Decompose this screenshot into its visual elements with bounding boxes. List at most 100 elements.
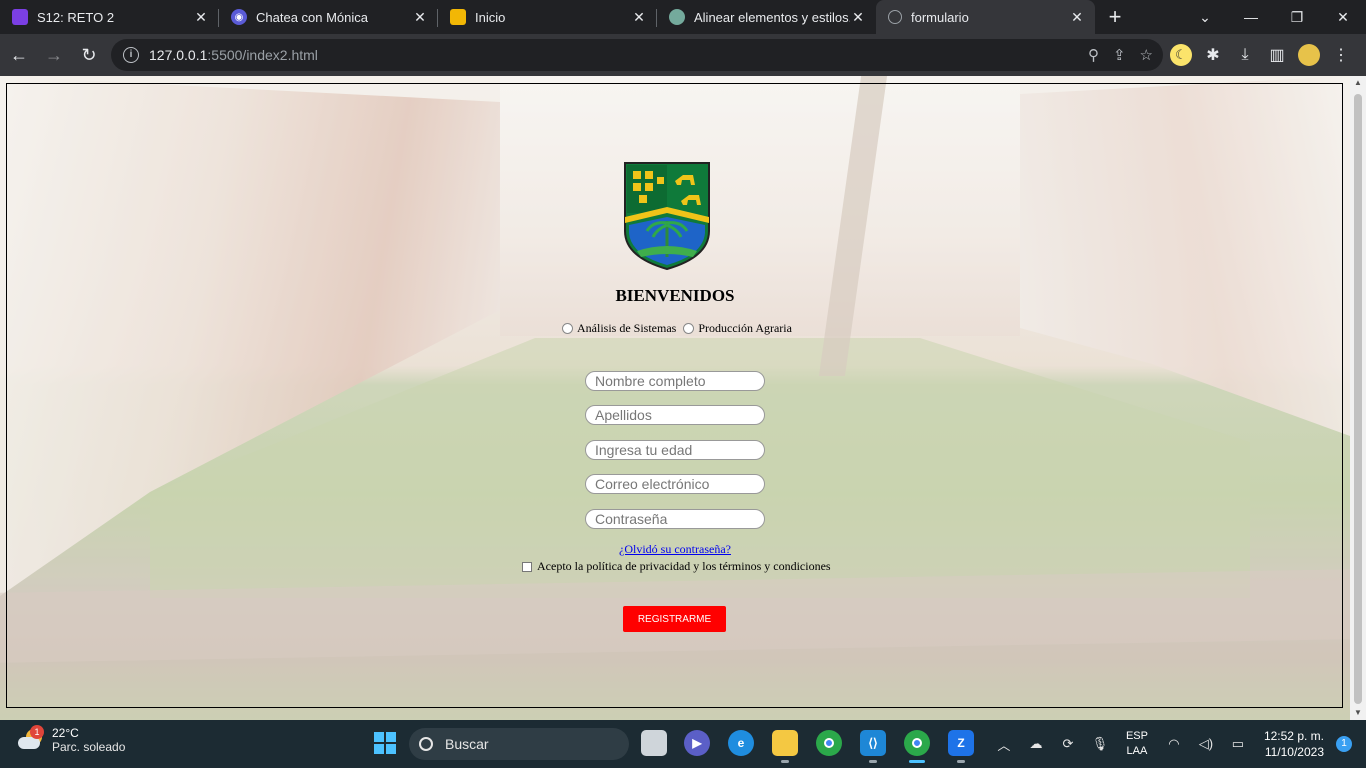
radio-analisis-sistemas[interactable] bbox=[562, 323, 573, 334]
microphone-icon[interactable]: 🎙 bbox=[1087, 736, 1113, 752]
battery-icon[interactable]: ▭ bbox=[1225, 736, 1251, 752]
close-icon[interactable]: ✕ bbox=[850, 9, 866, 25]
tab-title: Inicio bbox=[475, 9, 506, 25]
tab-inicio[interactable]: Inicio ✕ bbox=[438, 0, 657, 34]
terms-checkbox[interactable] bbox=[522, 561, 532, 572]
onedrive-icon[interactable]: ☁ bbox=[1023, 736, 1049, 752]
clock-time: 12:52 p. m. bbox=[1263, 729, 1324, 743]
keyboard-layout: LAA bbox=[1126, 745, 1148, 757]
tab-title: formulario bbox=[911, 9, 969, 25]
scroll-down-arrow-icon[interactable]: ▼ bbox=[1350, 706, 1366, 720]
chevron-up-icon[interactable]: ︿ bbox=[991, 735, 1017, 754]
purple-square-icon bbox=[12, 9, 28, 25]
clock[interactable]: 12:52 p. m. 11/10/2023 bbox=[1264, 728, 1324, 760]
chrome-profile-icon[interactable] bbox=[904, 730, 930, 763]
chrome-icon[interactable] bbox=[816, 730, 842, 756]
university-crest-logo bbox=[624, 162, 710, 271]
welcome-heading: BIENVENIDOS bbox=[615, 286, 735, 305]
language-code: ESP bbox=[1125, 730, 1148, 742]
url-host: 127.0.0.1 bbox=[149, 47, 208, 63]
address-bar[interactable]: i 127.0.0.1:5500/index2.html ⚲ ⇪ ☆ bbox=[111, 39, 1163, 71]
system-tray: ︿ ☁ ⟳ 🎙 ESP LAA ◠ ◁) ▭ 12:52 p. m. 11/10… bbox=[988, 720, 1366, 768]
sync-icon[interactable]: ⟳ bbox=[1055, 736, 1081, 752]
share-icon[interactable]: ⇪ bbox=[1113, 46, 1126, 64]
last-name-input[interactable]: Apellidos bbox=[585, 405, 765, 425]
tab-search-chevron-icon[interactable]: ⌄ bbox=[1182, 0, 1228, 34]
menu-kebab-icon[interactable]: ⋮ bbox=[1327, 41, 1355, 69]
moon-extension-icon[interactable]: ☾ bbox=[1167, 41, 1195, 69]
profile-avatar[interactable] bbox=[1295, 41, 1323, 69]
maximize-button[interactable]: ❐ bbox=[1274, 0, 1320, 34]
extensions-puzzle-icon[interactable]: ✱ bbox=[1199, 41, 1227, 69]
info-icon[interactable]: i bbox=[123, 47, 139, 63]
radio-produccion-agraria[interactable] bbox=[683, 323, 695, 334]
weather-widget[interactable]: 1 22°C Parc. soleado bbox=[18, 725, 126, 754]
search-icon bbox=[419, 737, 433, 751]
wifi-icon[interactable]: ◠ bbox=[1161, 736, 1187, 752]
clock-date: 11/10/2023 bbox=[1264, 745, 1324, 759]
page-viewport: BIENVENIDOS Análisis de Sistemas Producc… bbox=[0, 76, 1350, 720]
zoom-app-icon[interactable]: Z bbox=[948, 730, 974, 763]
new-tab-button[interactable]: + bbox=[1095, 0, 1135, 34]
close-icon[interactable]: ✕ bbox=[1069, 9, 1085, 25]
url-path: :5500/index2.html bbox=[207, 47, 318, 63]
radio-label-produccion: Producción Agraria bbox=[698, 321, 792, 335]
close-icon[interactable]: ✕ bbox=[631, 9, 647, 25]
registration-form: BIENVENIDOS Análisis de Sistemas Producc… bbox=[0, 76, 1350, 720]
tab-strip: S12: RETO 2 ✕ ◉ Chatea con Mónica ✕ Inic… bbox=[0, 0, 1366, 34]
chatgpt-icon bbox=[669, 9, 685, 25]
forgot-password-link[interactable]: ¿Olvidó su contraseña? bbox=[0, 542, 1350, 557]
partly-sunny-icon: 1 bbox=[18, 725, 44, 753]
weather-temp: 22°C bbox=[52, 726, 79, 740]
tab-alinear[interactable]: Alinear elementos y estilos. ✕ bbox=[657, 0, 876, 34]
weather-desc: Parc. soleado bbox=[52, 740, 126, 754]
edge-icon[interactable]: e bbox=[728, 730, 754, 756]
window-controls: ⌄ — ❐ ✕ bbox=[1182, 0, 1366, 34]
terms-row: Acepto la política de privacidad y los t… bbox=[522, 559, 831, 574]
radio-label-analisis: Análisis de Sistemas bbox=[577, 321, 677, 335]
volume-icon[interactable]: ◁) bbox=[1193, 736, 1219, 752]
tab-title: S12: RETO 2 bbox=[37, 9, 115, 25]
download-icon[interactable]: ⤓ bbox=[1231, 41, 1259, 69]
register-button[interactable]: REGISTRARME bbox=[623, 606, 726, 632]
browser-toolbar: ← → ↻ i 127.0.0.1:5500/index2.html ⚲ ⇪ ☆… bbox=[0, 34, 1366, 76]
close-window-button[interactable]: ✕ bbox=[1320, 0, 1366, 34]
scrollbar-thumb[interactable] bbox=[1354, 94, 1362, 704]
scroll-up-arrow-icon[interactable]: ▲ bbox=[1350, 76, 1366, 90]
career-radio-group: Análisis de Sistemas Producción Agraria bbox=[562, 321, 792, 336]
tab-formulario[interactable]: formulario ✕ bbox=[876, 0, 1095, 34]
tab-title: Alinear elementos y estilos. bbox=[694, 9, 850, 25]
side-panel-icon[interactable]: ▥ bbox=[1263, 41, 1291, 69]
forward-button[interactable]: → bbox=[38, 39, 70, 71]
taskbar-search[interactable]: Buscar bbox=[409, 728, 629, 760]
zoom-icon[interactable]: ⚲ bbox=[1088, 46, 1099, 64]
search-label: Buscar bbox=[445, 736, 489, 752]
notification-badge[interactable]: 1 bbox=[1336, 736, 1352, 752]
weather-badge: 1 bbox=[30, 725, 44, 739]
task-view-icon[interactable] bbox=[641, 730, 667, 756]
meet-camera-icon[interactable]: ▶ bbox=[684, 730, 710, 756]
close-icon[interactable]: ✕ bbox=[193, 9, 209, 25]
minimize-button[interactable]: — bbox=[1228, 0, 1274, 34]
windows-start-icon[interactable] bbox=[372, 730, 398, 756]
monica-bot-icon: ◉ bbox=[231, 9, 247, 25]
windows-taskbar: 1 22°C Parc. soleado Buscar ▶ e ⟨⟩ Z ︿ ☁… bbox=[0, 720, 1366, 768]
terms-label: Acepto la política de privacidad y los t… bbox=[537, 559, 831, 573]
email-input[interactable]: Correo electrónico bbox=[585, 474, 765, 494]
tab-monica[interactable]: ◉ Chatea con Mónica ✕ bbox=[219, 0, 438, 34]
bookmark-star-icon[interactable]: ☆ bbox=[1140, 46, 1153, 64]
page-scrollbar[interactable]: ▲ ▼ bbox=[1350, 76, 1366, 720]
age-input[interactable]: Ingresa tu edad bbox=[585, 440, 765, 460]
globe-icon bbox=[888, 10, 902, 24]
vscode-icon[interactable]: ⟨⟩ bbox=[860, 730, 886, 763]
reload-button[interactable]: ↻ bbox=[73, 39, 105, 71]
close-icon[interactable]: ✕ bbox=[412, 9, 428, 25]
password-input[interactable]: Contraseña bbox=[585, 509, 765, 529]
language-indicator[interactable]: ESP LAA bbox=[1126, 729, 1148, 759]
full-name-input[interactable]: Nombre completo bbox=[585, 371, 765, 391]
tab-s12-reto[interactable]: S12: RETO 2 ✕ bbox=[0, 0, 219, 34]
yellow-square-icon bbox=[450, 9, 466, 25]
back-button[interactable]: ← bbox=[3, 39, 35, 71]
tab-title: Chatea con Mónica bbox=[256, 9, 369, 25]
file-explorer-icon[interactable] bbox=[772, 730, 798, 763]
